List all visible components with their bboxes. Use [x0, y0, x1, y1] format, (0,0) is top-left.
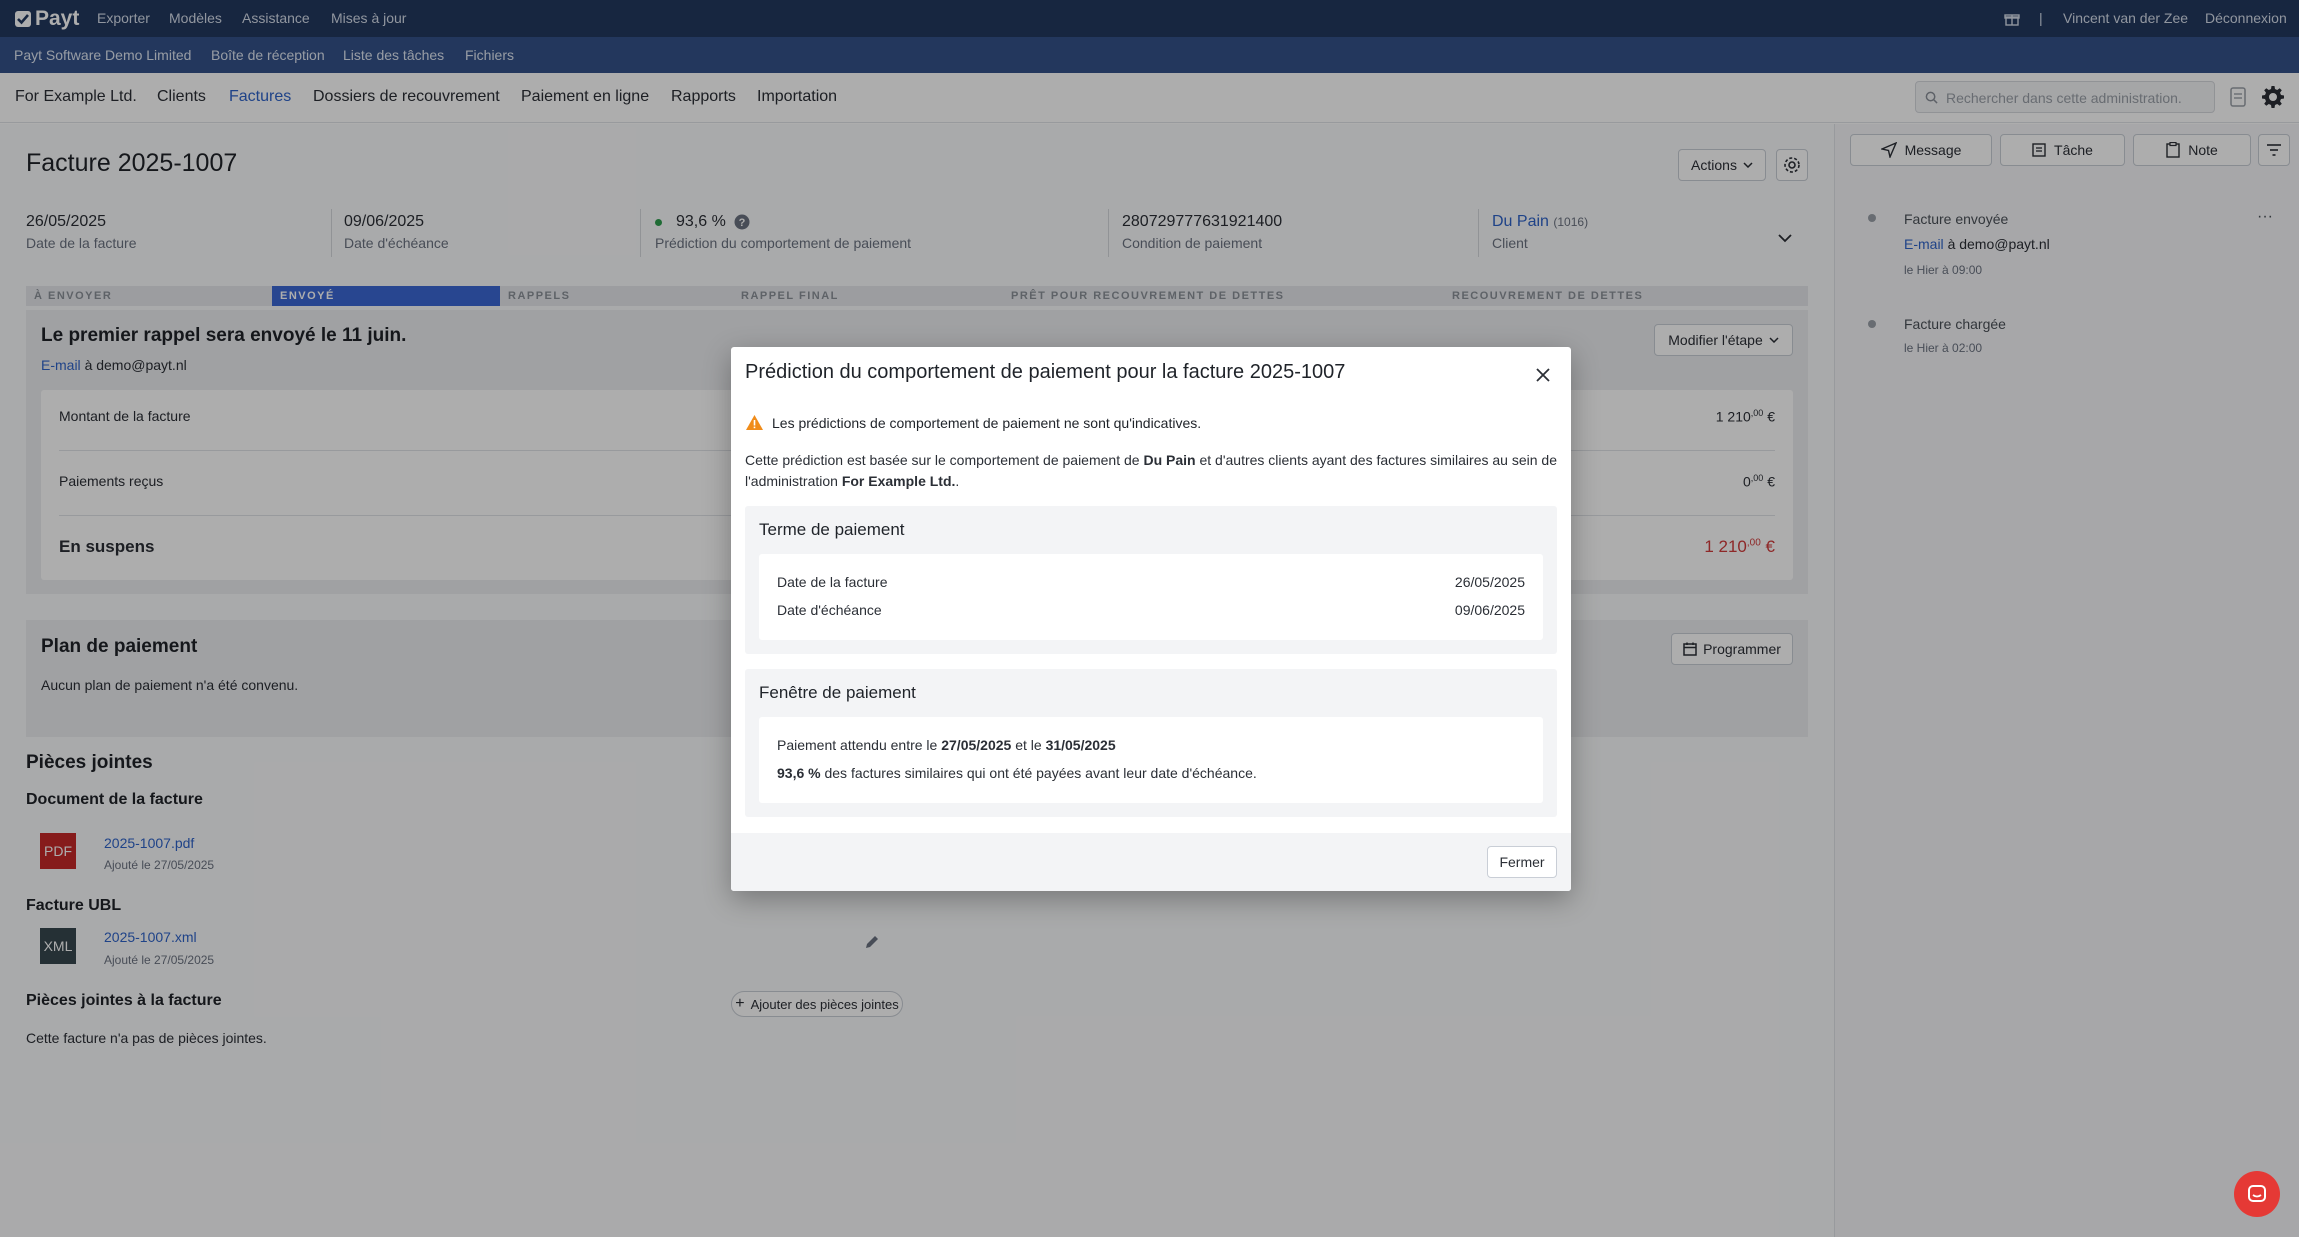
payment-window-card: Paiement attendu entre le 27/05/2025 et … — [759, 717, 1543, 803]
chat-launcher[interactable] — [2234, 1171, 2280, 1217]
warning-message: Les prédictions de comportement de paiem… — [745, 414, 1201, 431]
term-due-date-value: 09/06/2025 — [1454, 602, 1525, 618]
expected-payment-text: Paiement attendu entre le 27/05/2025 et … — [777, 737, 1116, 753]
close-button[interactable]: Fermer — [1487, 846, 1557, 878]
similar-invoices-text: 93,6 % des factures similaires qui ont é… — [777, 765, 1257, 781]
warning-triangle-icon — [746, 415, 763, 430]
term-invoice-date-value: 26/05/2025 — [1454, 574, 1525, 590]
payment-term-title: Terme de paiement — [759, 520, 905, 539]
term-invoice-date-label: Date de la facture — [777, 574, 888, 590]
payment-term-section: Terme de paiement Date de la facture 26/… — [745, 506, 1557, 654]
payment-term-card: Date de la facture 26/05/2025 Date d'éch… — [759, 554, 1543, 640]
close-icon[interactable] — [1536, 368, 1550, 382]
modal-description: Cette prédiction est basée sur le compor… — [745, 452, 1557, 489]
prediction-modal: Prédiction du comportement de paiement p… — [731, 347, 1571, 891]
chat-icon — [2248, 1185, 2266, 1202]
warning-text: Les prédictions de comportement de paiem… — [772, 414, 1202, 431]
modal-footer: Fermer — [731, 833, 1571, 891]
term-due-date-label: Date d'échéance — [777, 602, 882, 618]
payment-window-section: Fenêtre de paiement Paiement attendu ent… — [745, 669, 1557, 817]
modal-title: Prédiction du comportement de paiement p… — [745, 361, 1346, 383]
payment-window-title: Fenêtre de paiement — [759, 683, 916, 702]
